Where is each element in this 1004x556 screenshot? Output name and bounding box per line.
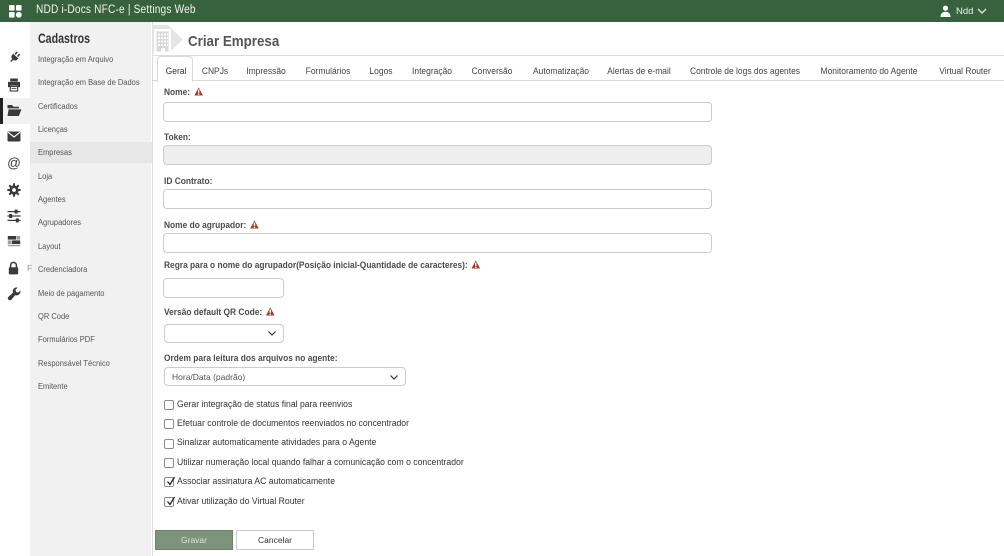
- svg-text:@: @: [7, 156, 21, 170]
